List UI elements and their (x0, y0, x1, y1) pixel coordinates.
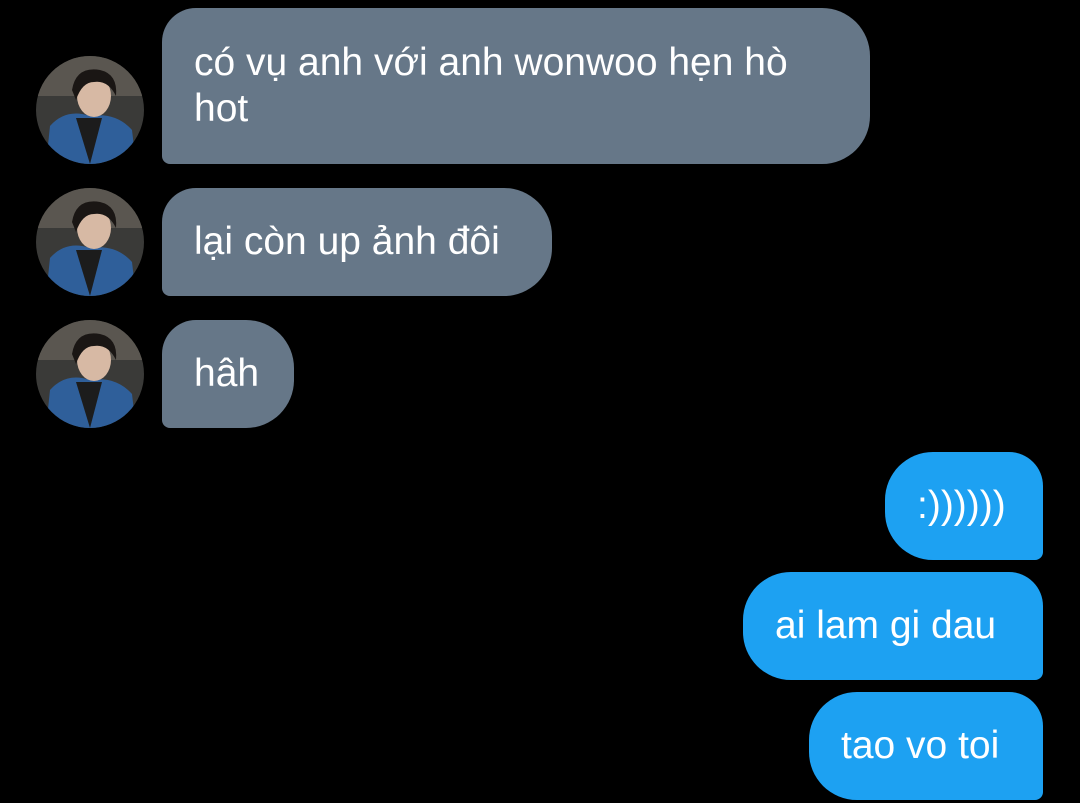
contact-avatar[interactable] (36, 188, 144, 296)
message-text: :)))))) (917, 484, 1006, 527)
contact-avatar[interactable] (36, 320, 144, 428)
outgoing-message-bubble[interactable]: tao vo toi (809, 692, 1043, 800)
outgoing-message-bubble[interactable]: ai lam gi dau (743, 572, 1043, 680)
message-text: hâh (194, 352, 260, 395)
incoming-message-bubble[interactable]: có vụ anh với anh wonwoo hẹn hò hot (162, 8, 870, 164)
incoming-message-bubble[interactable]: lại còn up ảnh đôi (162, 188, 552, 296)
avatar-photo-icon (36, 56, 144, 164)
contact-avatar[interactable] (36, 56, 144, 164)
message-text: ai lam gi dau (775, 604, 997, 647)
message-text: lại còn up ảnh đôi (194, 220, 500, 263)
message-text: có vụ anh với anh wonwoo hẹn hò hot (194, 41, 788, 130)
incoming-message-bubble[interactable]: hâh (162, 320, 294, 428)
avatar-photo-icon (36, 188, 144, 296)
message-text: tao vo toi (841, 724, 1000, 767)
outgoing-message-bubble[interactable]: :)))))) (885, 452, 1043, 560)
avatar-photo-icon (36, 320, 144, 428)
